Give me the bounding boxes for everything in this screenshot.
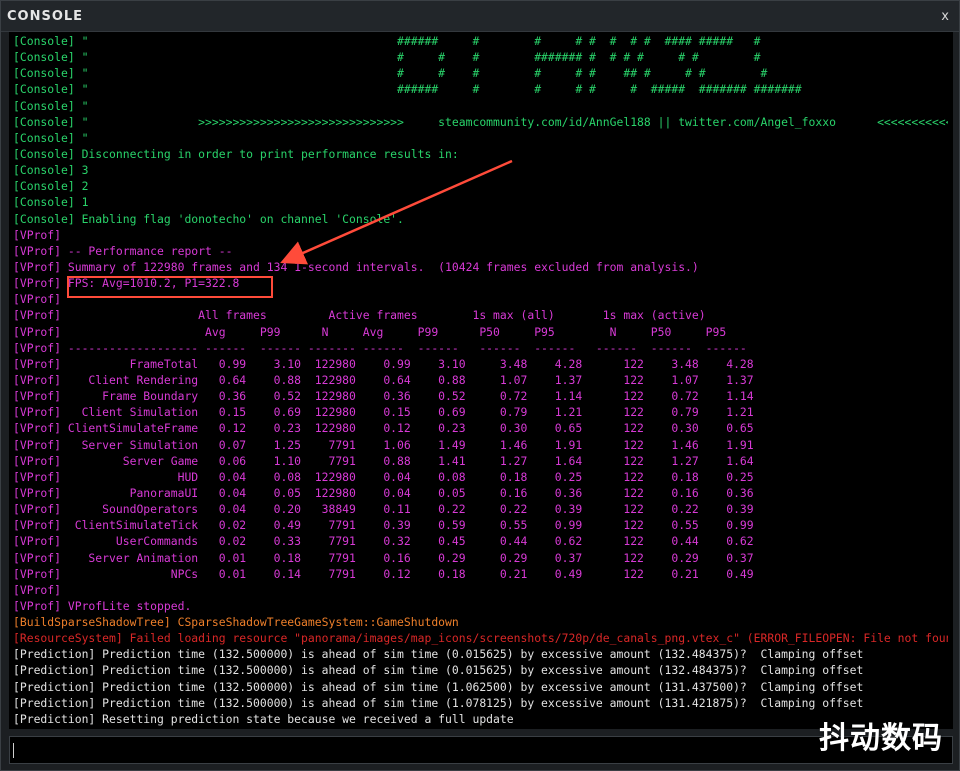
log-line: [Console] Enabling flag 'donotecho' on c… — [13, 211, 404, 226]
log-line: [VProf] — [13, 292, 62, 307]
log-line: [Console] Disconnecting in order to prin… — [13, 146, 459, 161]
log-line: [VProf] Summary of 122980 frames and 134… — [13, 259, 699, 274]
log-line: [Console] " — [13, 130, 89, 145]
log-line: [VProf] Server Animation 0.01 0.18 7791 … — [13, 550, 754, 565]
log-line: [VProf] — [13, 227, 62, 242]
log-lines: [Console] " ###### # # # # # # # #### ##… — [9, 32, 953, 727]
log-line: [VProf] HUD 0.04 0.08 122980 0.04 0.08 0… — [13, 469, 754, 484]
log-line: [VProf] UserCommands 0.02 0.33 7791 0.32… — [13, 534, 754, 549]
log-line: [Console] " — [13, 98, 89, 113]
log-line: [Prediction] Prediction time (132.500000… — [13, 663, 864, 678]
log-line: [VProf] FPS: Avg=1010.2, P1=322.8 — [13, 276, 240, 291]
log-line: [Console] " # # # # # # ## # # # # — [13, 66, 768, 81]
log-line: [VProf] Avg P99 N Avg P99 P50 P95 N P50 … — [13, 324, 727, 339]
log-line: [VProf] — [13, 582, 62, 597]
log-line: [Prediction] Resetting prediction state … — [13, 711, 514, 726]
console-window: CONSOLE x [Console] " ###### # # # # # #… — [0, 0, 960, 771]
log-line: [VProf] ClientSimulateTick 0.02 0.49 779… — [13, 518, 754, 533]
watermark: 抖动数码 — [819, 721, 943, 756]
log-line: [VProf] Server Game 0.06 1.10 7791 0.88 … — [13, 453, 754, 468]
log-line: [VProf] FrameTotal 0.99 3.10 122980 0.99… — [13, 356, 754, 371]
log-line: [Console] 1 — [13, 195, 89, 210]
log-line: [VProf] Server Simulation 0.07 1.25 7791… — [13, 437, 754, 452]
text-caret — [13, 743, 14, 758]
window-title: CONSOLE — [7, 9, 84, 24]
log-line: [VProf] PanoramaUI 0.04 0.05 122980 0.04… — [13, 485, 754, 500]
log-line: [Prediction] Prediction time (132.500000… — [13, 647, 864, 662]
log-line: [Prediction] Prediction time (132.500000… — [13, 695, 864, 710]
log-line: [VProf] VProfLite stopped. — [13, 598, 192, 613]
title-bar[interactable]: CONSOLE x — [1, 1, 959, 32]
log-line: [VProf] -- Performance report -- — [13, 243, 233, 258]
log-line: [Console] " ###### # # # # # # # #### ##… — [13, 34, 761, 48]
log-line: [Console] " # # # ####### # # # # # # # — [13, 50, 761, 65]
log-line: [VProf] ------------------- ------ -----… — [13, 340, 747, 355]
log-line: [VProf] NPCs 0.01 0.14 7791 0.12 0.18 0.… — [13, 566, 754, 581]
log-line: [ResourceSystem] Failed loading resource… — [13, 631, 948, 646]
log-line: [VProf] Client Rendering 0.64 0.88 12298… — [13, 372, 754, 387]
console-output[interactable]: [Console] " ###### # # # # # # # #### ##… — [9, 32, 953, 729]
log-line: [VProf] Frame Boundary 0.36 0.52 122980 … — [13, 389, 754, 404]
log-line: [VProf] SoundOperators 0.04 0.20 38849 0… — [13, 502, 754, 517]
log-line: [VProf] ClientSimulateFrame 0.12 0.23 12… — [13, 421, 754, 436]
log-line: [Prediction] Prediction time (132.500000… — [13, 679, 864, 694]
log-line: [Console] 2 — [13, 179, 89, 194]
close-button[interactable]: x — [941, 9, 949, 24]
log-line: [VProf] Client Simulation 0.15 0.69 1229… — [13, 405, 754, 420]
console-input[interactable] — [9, 736, 953, 764]
log-line: [BuildSparseShadowTree] CSparseShadowTre… — [13, 615, 459, 630]
log-line: [VProf] All frames Active frames 1s max … — [13, 308, 706, 323]
log-line: [Console] " >>>>>>>>>>>>>>>>>>>>>>>>>>>>… — [13, 114, 948, 129]
log-line: [Console] 3 — [13, 163, 89, 178]
log-line: [Console] " ###### # # # # # ##### #####… — [13, 82, 802, 97]
